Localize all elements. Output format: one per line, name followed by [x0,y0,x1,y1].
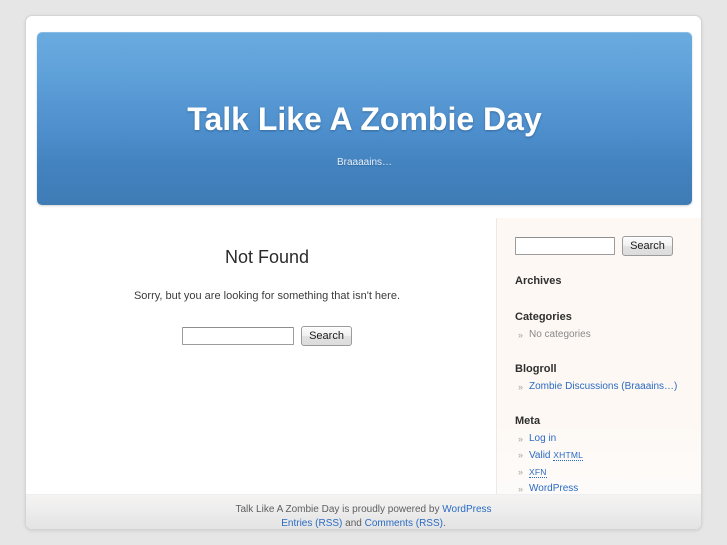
site-header: Talk Like A Zombie Day Braaaains… [37,32,692,205]
main-region: Not Found Sorry, but you are looking for… [26,218,701,496]
list-item: Zombie Discussions (Braaains…) [515,380,701,396]
blogroll-link[interactable]: Zombie Discussions (Braaains…) [529,381,677,392]
search-input[interactable] [182,327,295,345]
footer-period: . [442,518,446,529]
search-button[interactable]: Search [301,326,352,346]
footer-feeds-line: Entries (RSS) and Comments (RSS). [26,516,701,529]
comments-rss-link[interactable]: Comments (RSS) [365,518,443,529]
content-search-form: Search [37,304,497,346]
widget-blogroll: Blogroll Zombie Discussions (Braaains…) [497,344,701,396]
widget-list: Log in Valid XHTML XFN WordPress [515,428,701,498]
site-footer: Talk Like A Zombie Day is proudly powere… [26,494,701,529]
footer-credit-line: Talk Like A Zombie Day is proudly powere… [26,495,701,516]
widget-list: Zombie Discussions (Braaains…) [515,376,701,396]
meta-xfn-link[interactable]: XFN [529,467,547,478]
meta-wordpress-link[interactable]: WordPress [529,483,578,494]
page-title: Not Found [224,247,310,267]
widget-categories: Categories No categories [497,292,701,344]
meta-login-link[interactable]: Log in [529,433,556,444]
widget-title: Blogroll [515,363,557,375]
footer-credit-prefix: Talk Like A Zombie Day is proudly powere… [235,504,443,515]
list-item: No categories [515,328,701,344]
sidebar: Search Archives Categories No categories… [496,218,701,496]
wordpress-link[interactable]: WordPress [442,504,491,515]
site-title[interactable]: Talk Like A Zombie Day [37,101,692,137]
widget-title: Categories [515,311,572,323]
not-found-message: Sorry, but you are looking for something… [133,290,401,302]
widget-title: Archives [515,275,562,287]
widget-meta: Meta Log in Valid XHTML XFN WordPress [497,396,701,498]
widget-archives: Archives [497,256,701,292]
content-column: Not Found Sorry, but you are looking for… [37,218,497,494]
category-empty-label: No categories [529,329,591,340]
xhtml-abbr: XHTML [553,450,584,461]
site-container: Talk Like A Zombie Day Braaaains… Not Fo… [25,15,702,530]
site-tagline: Braaaains… [336,157,393,168]
entries-rss-link[interactable]: Entries (RSS) [281,518,342,529]
list-item: Valid XHTML [515,448,701,465]
xfn-abbr: XFN [529,467,547,478]
sidebar-search-button[interactable]: Search [622,236,673,256]
widget-title: Meta [515,415,541,427]
meta-valid-xhtml-link[interactable]: Valid XHTML [529,450,584,461]
sidebar-search-input[interactable] [515,237,615,255]
sidebar-search-form: Search [497,232,701,256]
list-item: XFN [515,465,701,482]
valid-prefix-label: Valid [529,450,554,461]
footer-and-text: and [342,518,365,529]
list-item: Log in [515,432,701,448]
widget-list: No categories [515,324,701,344]
